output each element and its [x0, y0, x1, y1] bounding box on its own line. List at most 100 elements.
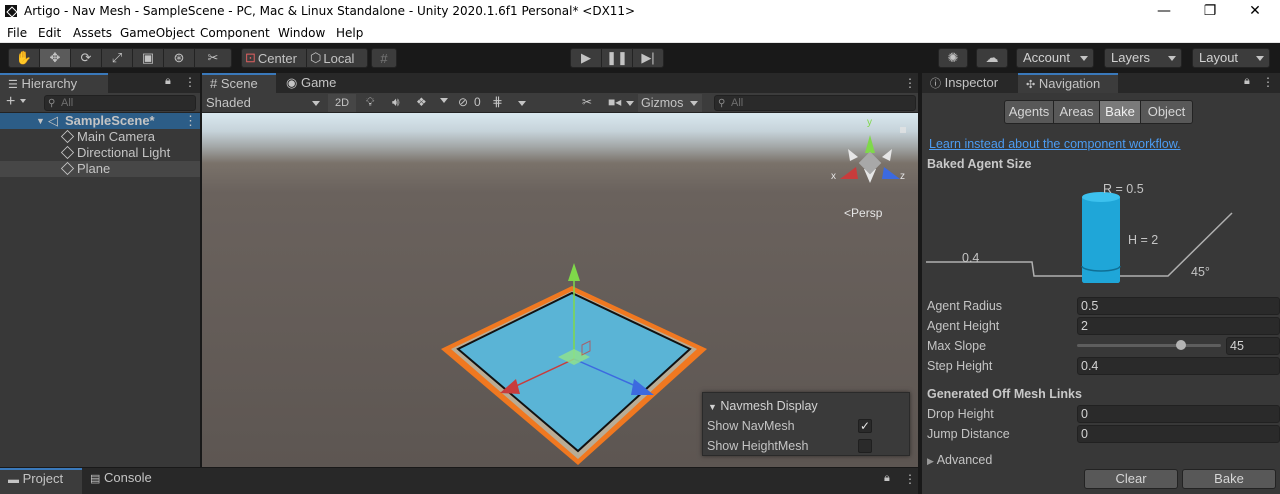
agent-radius-label: Agent Radius — [927, 299, 1003, 313]
play-button[interactable]: ▶ — [570, 48, 602, 68]
jump-distance-field[interactable]: 0 — [1077, 425, 1280, 443]
maximize-button[interactable]: ❐ — [1187, 0, 1233, 24]
pivot-mode-button[interactable]: ⊡ Center — [241, 48, 307, 68]
menu-component[interactable]: Component — [200, 26, 270, 40]
advanced-foldout[interactable]: ▶ Advanced — [927, 453, 992, 467]
rotate-tool-button[interactable]: ⟳ — [70, 48, 102, 68]
hierarchy-item-plane[interactable]: Plane — [0, 161, 200, 177]
jump-distance-label: Jump Distance — [927, 427, 1010, 441]
max-slope-slider[interactable] — [1077, 340, 1221, 350]
hidden-objects-icon[interactable]: ⊘ — [458, 95, 468, 109]
tools-icon[interactable]: ✂ — [582, 95, 592, 109]
gameobject-cube-icon — [60, 129, 75, 144]
transform-tool-button[interactable]: ⊛ — [163, 48, 195, 68]
panel-menu-icon[interactable]: ⋮ — [904, 76, 916, 90]
y-arrow-icon[interactable] — [568, 263, 580, 281]
chevron-down-icon[interactable] — [20, 99, 26, 103]
nav-tab-object[interactable]: Object — [1140, 100, 1193, 124]
pause-icon: ❚❚ — [606, 50, 628, 65]
z-axis-label: z — [900, 171, 905, 182]
panel-menu-icon[interactable]: ⋮ — [1262, 75, 1274, 89]
2d-toggle-button[interactable]: 2D — [328, 94, 356, 112]
menu-edit[interactable]: Edit — [38, 26, 61, 40]
lock-icon[interactable]: 🔒︎ — [1244, 75, 1250, 88]
minimize-button[interactable]: — — [1141, 0, 1187, 24]
expand-arrow-icon: ▶ — [927, 456, 934, 466]
orientation-gizmo[interactable] — [840, 127, 906, 183]
tab-inspector[interactable]: ⓘ Inspector — [922, 73, 1018, 93]
tab-scene[interactable]: # Scene — [202, 73, 276, 93]
nav-tab-agents[interactable]: Agents — [1004, 100, 1054, 124]
scene-row[interactable]: ▼ ◁ SampleScene* ⋮ — [0, 113, 200, 129]
menu-file[interactable]: File — [7, 26, 27, 40]
move-icon: ✥ — [49, 50, 61, 65]
agent-height-label: Agent Height — [927, 319, 1000, 333]
component-workflow-link[interactable]: Learn instead about the component workfl… — [929, 137, 1181, 151]
search-icon: ⚲ — [718, 98, 726, 109]
camera-icon[interactable]: ■◂ — [608, 95, 621, 109]
menu-assets[interactable]: Assets — [73, 26, 112, 40]
tab-project[interactable]: ▬ Project — [0, 468, 82, 494]
tab-game[interactable]: ◉ Game — [278, 73, 348, 93]
step-height-field[interactable]: 0.4 — [1077, 357, 1280, 375]
audio-toggle-icon[interactable]: 🔊︎ — [392, 95, 400, 110]
step-button[interactable]: ▶| — [632, 48, 664, 68]
navmesh-display-header[interactable]: ▼ Navmesh Display — [708, 399, 818, 413]
nav-tab-bake[interactable]: Bake — [1099, 100, 1141, 124]
lock-icon[interactable]: 🔒︎ — [884, 472, 890, 485]
show-navmesh-checkbox[interactable]: ✓ — [858, 419, 872, 433]
add-button[interactable]: + — [6, 93, 15, 111]
bake-button[interactable]: Bake — [1182, 469, 1276, 489]
lighting-toggle-icon[interactable]: 💡︎ — [366, 95, 374, 110]
drop-height-field[interactable]: 0 — [1077, 405, 1280, 423]
agent-height-field[interactable]: 2 — [1077, 317, 1280, 335]
chevron-down-icon[interactable] — [518, 101, 526, 106]
layout-dropdown[interactable]: Layout — [1192, 48, 1270, 68]
menu-window[interactable]: Window — [278, 26, 325, 40]
grid-snap-button[interactable]: # — [371, 48, 397, 68]
menu-gameobject[interactable]: GameObject — [120, 26, 195, 40]
menu-help[interactable]: Help — [336, 26, 363, 40]
pivot-space-button[interactable]: ⬡ Local — [306, 48, 368, 68]
shading-mode-dropdown[interactable]: Shaded — [206, 94, 322, 112]
hand-tool-button[interactable]: ✋ — [8, 48, 40, 68]
effects-icon[interactable]: ❖ — [416, 95, 427, 109]
move-tool-button[interactable]: ✥ — [39, 48, 71, 68]
chevron-down-icon[interactable] — [440, 98, 448, 103]
collab-button[interactable]: ✺ — [938, 48, 968, 68]
tab-console[interactable]: ▤ Console — [82, 468, 172, 494]
projection-toggle[interactable]: <Persp — [844, 206, 882, 220]
nav-tab-areas[interactable]: Areas — [1053, 100, 1100, 124]
grid-toggle-icon[interactable]: ⋕ — [492, 94, 503, 110]
gizmos-dropdown[interactable]: Gizmos — [638, 94, 702, 112]
hierarchy-search-input[interactable]: ⚲ All — [44, 95, 196, 111]
max-slope-field[interactable]: 45 — [1226, 337, 1280, 355]
scene-viewport[interactable]: y x z <Persp ▼ Navmesh Display Show NavM… — [202, 113, 918, 467]
rect-tool-button[interactable]: ▣ — [132, 48, 164, 68]
chevron-down-icon[interactable] — [626, 101, 634, 106]
tab-hierarchy[interactable]: ☰ Hierarchy — [0, 73, 108, 93]
cloud-button[interactable]: ☁ — [976, 48, 1008, 68]
slider-thumb[interactable] — [1175, 340, 1186, 350]
scale-tool-button[interactable]: ⤢ — [101, 48, 133, 68]
inspector-tabstrip: ⓘ Inspector ✣ Navigation 🔒︎ ⋮ — [922, 73, 1280, 93]
hierarchy-item-directional-light[interactable]: Directional Light — [0, 145, 200, 161]
layers-dropdown[interactable]: Layers — [1104, 48, 1182, 68]
lock-icon[interactable]: 🔒︎ — [165, 75, 171, 88]
panel-menu-icon[interactable]: ⋮ — [904, 472, 916, 486]
account-dropdown[interactable]: Account — [1016, 48, 1094, 68]
tab-navigation[interactable]: ✣ Navigation — [1018, 73, 1118, 93]
clear-button[interactable]: Clear — [1084, 469, 1178, 489]
show-heightmesh-checkbox[interactable] — [858, 439, 872, 453]
chevron-down-icon — [1256, 56, 1264, 61]
rotate-icon: ⟳ — [80, 50, 92, 65]
scene-search-input[interactable]: ⚲ All — [714, 95, 916, 111]
custom-tool-button[interactable]: ✂ — [194, 48, 232, 68]
pause-button[interactable]: ❚❚ — [601, 48, 633, 68]
diagram-radius-label: R = 0.5 — [1103, 182, 1144, 196]
panel-menu-icon[interactable]: ⋮ — [184, 75, 196, 89]
close-button[interactable]: ✕ — [1232, 0, 1278, 24]
agent-radius-field[interactable]: 0.5 — [1077, 297, 1280, 315]
hierarchy-item-main-camera[interactable]: Main Camera — [0, 129, 200, 145]
scene-menu-icon[interactable]: ⋮ — [184, 113, 197, 129]
